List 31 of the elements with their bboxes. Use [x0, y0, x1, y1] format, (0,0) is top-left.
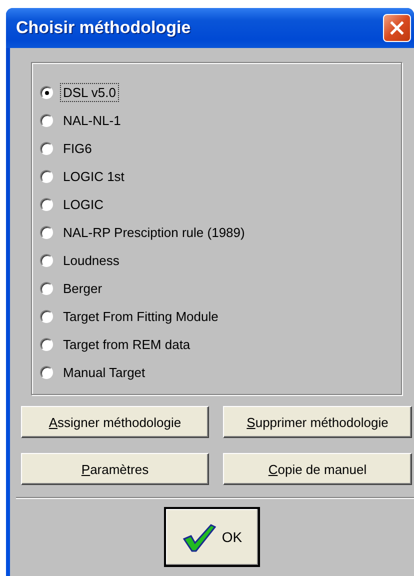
- radio-label[interactable]: NAL-RP Presciption rule (1989): [60, 222, 248, 242]
- radio-button[interactable]: [40, 338, 53, 351]
- radio-label[interactable]: Target from REM data: [60, 334, 194, 354]
- window-title: Choisir méthodologie: [15, 18, 191, 38]
- radio-button[interactable]: [40, 198, 53, 212]
- radio-label[interactable]: Berger: [60, 278, 106, 298]
- radio-label[interactable]: Manual Target: [60, 362, 148, 382]
- radio-button[interactable]: [40, 170, 53, 184]
- action-button[interactable]: Paramètres: [21, 453, 209, 485]
- radio-label[interactable]: Target From Fitting Module: [60, 306, 222, 326]
- radio-button[interactable]: [40, 282, 53, 295]
- radio-label[interactable]: LOGIC: [60, 195, 106, 214]
- radio-button[interactable]: [40, 366, 53, 379]
- action-button[interactable]: Supprimer méthodologie: [223, 406, 412, 438]
- radio-label[interactable]: DSL v5.0: [60, 83, 119, 102]
- action-button[interactable]: Assigner méthodologie: [21, 406, 209, 438]
- radio-button[interactable]: [40, 254, 53, 267]
- radio-button[interactable]: [40, 310, 53, 323]
- radio-label[interactable]: LOGIC 1st: [60, 167, 128, 186]
- ok-button[interactable]: OK: [164, 507, 260, 567]
- close-icon: [389, 20, 405, 36]
- radio-button[interactable]: [40, 114, 53, 128]
- close-button[interactable]: [383, 14, 411, 42]
- checkmark-icon: [182, 522, 216, 552]
- radio-label[interactable]: FIG6: [60, 139, 95, 158]
- radio-label[interactable]: Loudness: [60, 250, 122, 270]
- radio-button[interactable]: [40, 86, 53, 100]
- radio-button[interactable]: [40, 142, 53, 156]
- radio-label[interactable]: NAL-NL-1: [60, 111, 124, 130]
- radio-button[interactable]: [40, 226, 53, 239]
- action-button[interactable]: Copie de manuel: [223, 453, 412, 485]
